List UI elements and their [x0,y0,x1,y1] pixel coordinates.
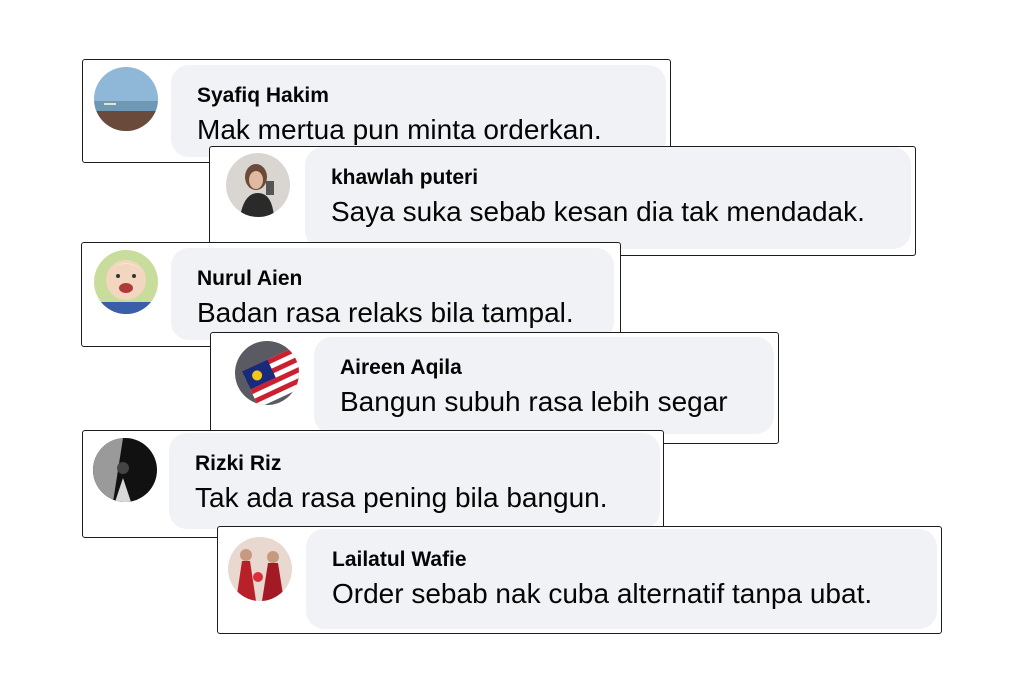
comment-card: Aireen Aqila Bangun subuh rasa lebih seg… [210,332,779,444]
commenter-name[interactable]: khawlah puteri [331,167,887,188]
comment-card: Rizki Riz Tak ada rasa pening bila bangu… [82,430,664,538]
woman-selfie-avatar[interactable] [226,153,290,217]
dark-figure-avatar[interactable] [93,438,157,502]
comment-text: Bangun subuh rasa lebih segar [340,386,728,417]
commenter-name[interactable]: Syafiq Hakim [197,85,642,106]
commenter-name[interactable]: Nurul Aien [197,268,590,289]
comment-text: Saya suka sebab kesan dia tak mendadak. [331,196,865,227]
comment-bubble: Lailatul Wafie Order sebab nak cuba alte… [306,529,937,629]
comment-text: Tak ada rasa pening bila bangun. [195,482,608,513]
comment-card: Lailatul Wafie Order sebab nak cuba alte… [217,526,942,634]
comment-bubble: Syafiq Hakim Mak mertua pun minta orderk… [171,65,666,157]
comment-bubble: Aireen Aqila Bangun subuh rasa lebih seg… [314,337,774,434]
comment-bubble: Rizki Riz Tak ada rasa pening bila bangu… [169,433,660,529]
commenter-name[interactable]: Aireen Aqila [340,357,750,378]
commenter-name[interactable]: Lailatul Wafie [332,549,913,570]
commenter-name[interactable]: Rizki Riz [195,453,636,474]
malaysia-flag-avatar[interactable] [235,341,299,405]
comment-text: Mak mertua pun minta orderkan. [197,114,602,145]
comment-card: khawlah puteri Saya suka sebab kesan dia… [209,146,916,256]
comment-text: Order sebab nak cuba alternatif tanpa ub… [332,578,873,609]
comment-text: Badan rasa relaks bila tampal. [197,297,574,328]
comment-bubble: khawlah puteri Saya suka sebab kesan dia… [305,147,911,249]
comment-bubble: Nurul Aien Badan rasa relaks bila tampal… [171,248,614,340]
smiling-baby-avatar[interactable] [94,250,158,314]
beach-landscape-avatar[interactable] [94,67,158,131]
red-dress-avatar[interactable] [228,537,292,601]
